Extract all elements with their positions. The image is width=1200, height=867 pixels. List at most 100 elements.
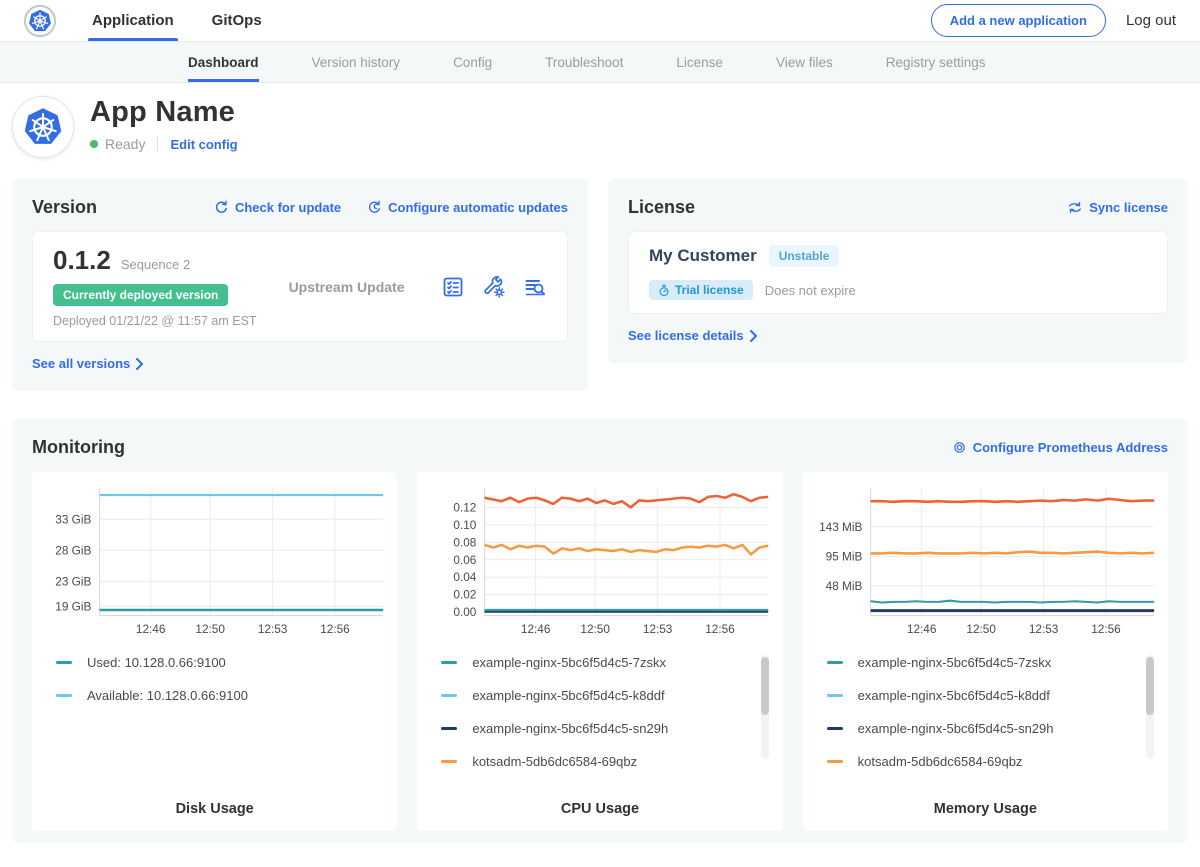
subtab-view-files[interactable]: View files	[776, 42, 833, 82]
subtab-troubleshoot[interactable]: Troubleshoot	[545, 42, 623, 82]
sync-icon	[1067, 200, 1083, 215]
legend-label: example-nginx-5bc6f5d4c5-sn29h	[472, 721, 668, 736]
svg-text:0.04: 0.04	[454, 570, 477, 584]
top-nav-tabs: Application GitOps	[92, 0, 262, 41]
version-card: Version Check for update	[12, 179, 588, 391]
currently-deployed-badge: Currently deployed version	[53, 284, 228, 306]
check-for-update-button[interactable]: Check for update	[214, 200, 341, 215]
legend-scrollbar-thumb[interactable]	[761, 657, 769, 715]
svg-text:0.06: 0.06	[454, 553, 477, 567]
disk-usage-plot: 19 GiB23 GiB28 GiB33 GiB12:4612:5012:531…	[40, 482, 389, 641]
channel-badge: Unstable	[769, 245, 840, 267]
svg-text:33 GiB: 33 GiB	[55, 512, 91, 526]
svg-text:12:53: 12:53	[258, 622, 288, 636]
logout-link[interactable]: Log out	[1126, 12, 1176, 29]
app-tab-bar: Dashboard Version history Config Trouble…	[0, 42, 1200, 83]
legend-item: Used: 10.128.0.66:9100	[56, 655, 363, 670]
legend-item: example-nginx-5bc6f5d4c5-7zskx	[441, 655, 748, 670]
version-number: 0.1.2	[53, 245, 111, 276]
see-all-versions-link[interactable]: See all versions	[32, 356, 143, 371]
subtab-config[interactable]: Config	[453, 42, 492, 82]
cpu-usage-legend: example-nginx-5bc6f5d4c5-7zskx example-ng…	[441, 655, 774, 787]
legend-label: kotsadm-5db6dc6584-69qbz	[858, 754, 1023, 769]
chart-title: CPU Usage	[425, 787, 774, 817]
status-dot	[90, 140, 98, 148]
subtab-license[interactable]: License	[676, 42, 723, 82]
svg-text:0.12: 0.12	[454, 500, 477, 514]
svg-text:12:46: 12:46	[521, 622, 551, 636]
sequence-label: Sequence 2	[121, 257, 190, 272]
configure-automatic-updates-button[interactable]: Configure automatic updates	[367, 200, 568, 215]
monitoring-card: Monitoring Configure Prometheus Address …	[12, 419, 1188, 843]
legend-swatch	[827, 760, 843, 763]
svg-text:12:50: 12:50	[966, 622, 996, 636]
deployed-timestamp: Deployed 01/21/22 @ 11:57 am EST	[53, 314, 257, 328]
see-license-details-link[interactable]: See license details	[628, 328, 757, 343]
refresh-icon	[214, 200, 229, 215]
configure-prometheus-button[interactable]: Configure Prometheus Address	[952, 440, 1168, 455]
svg-text:0.10: 0.10	[454, 518, 477, 532]
tab-gitops[interactable]: GitOps	[212, 0, 262, 41]
release-type-label: Upstream Update	[289, 279, 405, 295]
configure-prometheus-label: Configure Prometheus Address	[973, 440, 1168, 455]
legend-scrollbar[interactable]	[1146, 655, 1154, 759]
svg-text:12:46: 12:46	[136, 622, 166, 636]
subtab-version-history[interactable]: Version history	[312, 42, 401, 82]
legend-item: kotsadm-5db6dc6584-69qbz	[827, 754, 1134, 769]
svg-text:23 GiB: 23 GiB	[55, 574, 91, 588]
memory-usage-legend: example-nginx-5bc6f5d4c5-7zskx example-ng…	[827, 655, 1160, 787]
legend-label: example-nginx-5bc6f5d4c5-7zskx	[858, 655, 1052, 670]
legend-swatch	[56, 661, 72, 664]
svg-text:28 GiB: 28 GiB	[55, 543, 91, 557]
customer-name: My Customer	[649, 246, 757, 266]
legend-item: kotsadm-5db6dc6584-69qbz	[441, 754, 748, 769]
legend-item: example-nginx-5bc6f5d4c5-k8ddf	[827, 688, 1134, 703]
legend-swatch	[56, 694, 72, 697]
check-for-update-label: Check for update	[235, 200, 341, 215]
topnav-spacer	[262, 0, 931, 41]
cpu-usage-card: 0.000.020.040.060.080.100.1212:4612:5012…	[417, 472, 782, 831]
app-header: App Name Ready Edit config	[0, 83, 1200, 158]
legend-item: example-nginx-5bc6f5d4c5-7zskx	[827, 655, 1134, 670]
wrench-gear-icon[interactable]	[482, 275, 506, 299]
file-search-icon[interactable]	[523, 275, 547, 299]
edit-config-link[interactable]: Edit config	[170, 137, 237, 152]
legend-item: Available: 10.128.0.66:9100	[56, 688, 363, 703]
legend-label: Used: 10.128.0.66:9100	[87, 655, 226, 670]
tab-application[interactable]: Application	[92, 0, 174, 41]
legend-swatch	[441, 727, 457, 730]
chevron-right-icon	[136, 358, 143, 370]
configure-automatic-updates-label: Configure automatic updates	[388, 200, 568, 215]
see-license-details-label: See license details	[628, 328, 744, 343]
subtab-registry-settings[interactable]: Registry settings	[886, 42, 986, 82]
legend-item: example-nginx-5bc6f5d4c5-sn29h	[827, 721, 1134, 736]
svg-text:12:53: 12:53	[643, 622, 673, 636]
disk-usage-card: 19 GiB23 GiB28 GiB33 GiB12:4612:5012:531…	[32, 472, 397, 831]
legend-scrollbar-thumb[interactable]	[1146, 657, 1154, 715]
legend-item: example-nginx-5bc6f5d4c5-k8ddf	[441, 688, 748, 703]
license-card-title: License	[628, 197, 695, 218]
legend-scrollbar[interactable]	[761, 655, 769, 759]
sync-license-button[interactable]: Sync license	[1067, 200, 1168, 215]
disk-usage-legend: Used: 10.128.0.66:9100 Available: 10.128.…	[56, 655, 389, 721]
legend-swatch	[441, 661, 457, 664]
license-type-badge: Trial license	[649, 280, 753, 300]
legend-label: Available: 10.128.0.66:9100	[87, 688, 248, 703]
add-application-button[interactable]: Add a new application	[931, 4, 1106, 37]
top-nav: Application GitOps Add a new application…	[0, 0, 1200, 42]
legend-swatch	[441, 694, 457, 697]
svg-text:12:56: 12:56	[1091, 622, 1121, 636]
svg-text:12:56: 12:56	[320, 622, 350, 636]
legend-item: example-nginx-5bc6f5d4c5-sn29h	[441, 721, 748, 736]
kubernetes-logo-icon[interactable]	[24, 5, 56, 37]
legend-label: example-nginx-5bc6f5d4c5-k8ddf	[858, 688, 1050, 703]
app-title: App Name	[90, 96, 238, 129]
subtab-dashboard[interactable]: Dashboard	[188, 42, 259, 82]
preflight-checklist-icon[interactable]	[441, 275, 465, 299]
legend-swatch	[827, 727, 843, 730]
svg-text:12:53: 12:53	[1029, 622, 1059, 636]
chart-title: Memory Usage	[811, 787, 1160, 817]
legend-label: kotsadm-5db6dc6584-69qbz	[472, 754, 637, 769]
svg-text:19 GiB: 19 GiB	[55, 599, 91, 613]
gear-icon	[952, 440, 967, 455]
